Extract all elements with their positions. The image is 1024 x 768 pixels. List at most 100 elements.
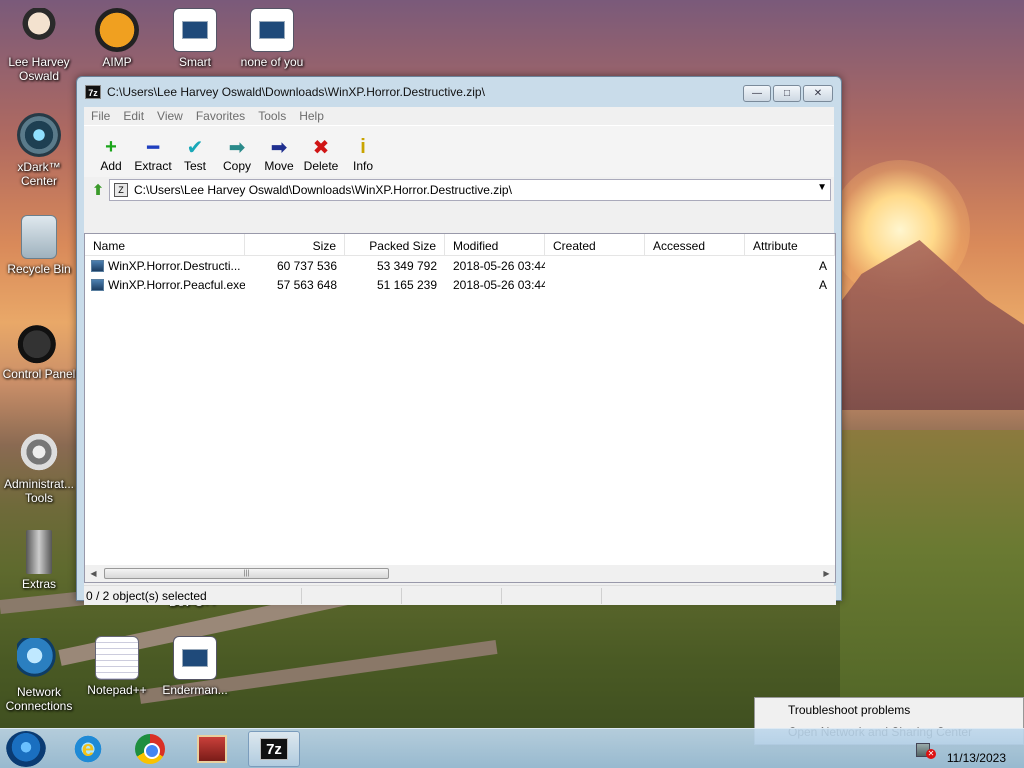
file-packed-size-cell: 53 349 792	[376, 258, 437, 273]
window-client-area: File Edit View Favorites Tools Help + Ad…	[84, 107, 836, 605]
file-size-cell: 60 737 536	[276, 258, 337, 273]
column-header-name[interactable]: Name	[85, 234, 245, 255]
table-row[interactable]: WinXP.Horror.Destructi... 60 737 536 53 …	[85, 256, 835, 275]
file-packed-size-cell: 51 165 239	[376, 277, 437, 292]
file-name: WinXP.Horror.Destructi...	[108, 258, 241, 273]
menu-help[interactable]: Help	[299, 109, 331, 123]
column-header-attributes[interactable]: Attribute	[745, 234, 835, 255]
desktop-icon-notepad-plus-plus[interactable]: Notepad++	[79, 636, 155, 697]
file-size-cell: 57 563 648	[276, 277, 337, 292]
toolbar: + Add ━ Extract ✔ Test ➡ Copy ➡ Move ✖ D…	[84, 125, 834, 177]
menu-view[interactable]: View	[157, 109, 190, 123]
chrome-icon	[135, 734, 165, 764]
desktop-icon-label: Administrat... Tools	[3, 477, 75, 505]
network-globe-icon	[17, 638, 61, 682]
desktop-icon-label: Extras	[21, 577, 56, 591]
desktop-icon-enderman[interactable]: Enderman...	[157, 636, 233, 697]
desktop-icon-lee-harvey-oswald[interactable]: Lee Harvey Oswald	[1, 8, 77, 83]
horizontal-scrollbar[interactable]: ◀ ||| ▶	[85, 565, 835, 582]
start-button[interactable]	[6, 731, 46, 767]
zip-archive-icon: Z	[114, 183, 128, 197]
info-button-label: Info	[352, 159, 373, 173]
copy-button[interactable]: ➡ Copy	[216, 135, 258, 174]
column-header-modified[interactable]: Modified	[445, 234, 545, 255]
menu-edit[interactable]: Edit	[123, 109, 151, 123]
scrollbar-track[interactable]: |||	[102, 566, 818, 581]
minimize-button[interactable]: —	[743, 85, 771, 102]
desktop-icon-recycle-bin[interactable]: Recycle Bin	[1, 215, 77, 276]
executable-file-icon	[91, 259, 104, 272]
status-cell	[502, 587, 602, 604]
window-titlebar[interactable]: 7z C:\Users\Lee Harvey Oswald\Downloads\…	[77, 77, 841, 107]
column-header-packed-size[interactable]: Packed Size	[345, 234, 445, 255]
scrollbar-thumb[interactable]: |||	[104, 568, 389, 579]
file-name-cell: WinXP.Horror.Peacful.exe	[85, 278, 245, 292]
sevenzip-window[interactable]: 7z C:\Users\Lee Harvey Oswald\Downloads\…	[76, 76, 842, 605]
clock-date[interactable]: 11/13/2023	[947, 751, 1006, 765]
desktop-icon-smart[interactable]: Smart	[157, 8, 233, 69]
file-attributes-cell: A	[818, 277, 827, 292]
taskbar-internet-explorer[interactable]: e	[62, 731, 114, 767]
move-button[interactable]: ➡ Move	[258, 135, 300, 174]
desktop-icon-label: Smart	[178, 55, 211, 69]
desktop-icon-label: Notepad++	[87, 683, 147, 697]
chevron-down-icon[interactable]: ▼	[817, 182, 827, 193]
plus-icon: +	[105, 135, 117, 158]
desktop-icon-network-connections[interactable]: Network Connections	[1, 638, 77, 713]
desktop-icon-label: xDark™ Center	[17, 160, 61, 188]
test-button[interactable]: ✔ Test	[174, 135, 216, 174]
notepad-icon	[95, 636, 139, 680]
file-name: WinXP.Horror.Peacful.exe	[108, 277, 245, 292]
file-list[interactable]: Name Size Packed Size Modified Created A…	[84, 233, 836, 583]
scroll-right-icon[interactable]: ▶	[818, 569, 835, 578]
wallpaper-field	[840, 430, 1024, 730]
column-header-accessed[interactable]: Accessed	[645, 234, 745, 255]
column-header-size[interactable]: Size	[245, 234, 345, 255]
desktop-icon-label: Recycle Bin	[7, 262, 71, 276]
desktop-icon-aimp[interactable]: AIMP	[79, 8, 155, 69]
sevenzip-app-icon[interactable]: 7z	[85, 85, 101, 99]
network-error-icon: ✕	[926, 749, 936, 759]
menu-item-troubleshoot-problems[interactable]: Troubleshoot problems	[755, 699, 1023, 721]
column-header-created[interactable]: Created	[545, 234, 645, 255]
desktop-icon-administrative-tools[interactable]: Administrat... Tools	[1, 430, 77, 505]
disc-icon	[17, 113, 61, 157]
folder-up-icon: ⬆	[91, 182, 105, 199]
desktop-icon-extras[interactable]: Extras	[1, 530, 77, 591]
menu-favorites[interactable]: Favorites	[196, 109, 252, 123]
taskbar-chrome[interactable]	[124, 731, 176, 767]
delete-button[interactable]: ✖ Delete	[300, 135, 342, 174]
extract-button[interactable]: ━ Extract	[132, 135, 174, 174]
info-button[interactable]: i Info	[342, 135, 384, 174]
window-controls: — □ ✕	[743, 85, 833, 102]
desktop-icon-control-panel[interactable]: Control Panel	[1, 320, 77, 381]
delete-x-icon: ✖	[312, 136, 330, 159]
minus-icon: ━	[146, 136, 160, 159]
folder-up-button[interactable]: ⬆	[87, 180, 109, 200]
desktop-icon-xdark-center[interactable]: xDark™ Center	[1, 113, 77, 188]
executable-file-icon	[91, 278, 104, 291]
scroll-left-icon[interactable]: ◀	[85, 569, 102, 578]
aimp-icon	[95, 8, 139, 52]
menu-file[interactable]: File	[91, 109, 117, 123]
test-button-label: Test	[183, 159, 206, 173]
table-row[interactable]: WinXP.Horror.Peacful.exe 57 563 648 51 1…	[85, 275, 835, 294]
info-icon: i	[360, 135, 366, 158]
desktop-icon-none-of-you[interactable]: none of you	[234, 8, 310, 69]
file-name-cell: WinXP.Horror.Destructi...	[85, 259, 245, 273]
file-list-header: Name Size Packed Size Modified Created A…	[85, 234, 835, 256]
maximize-button[interactable]: □	[773, 85, 801, 102]
close-button[interactable]: ✕	[803, 85, 833, 102]
taskbar-app[interactable]	[186, 731, 238, 767]
file-attributes-cell: A	[818, 258, 827, 273]
recycle-bin-icon	[21, 215, 57, 259]
desktop-icon-label: Network Connections	[5, 685, 73, 713]
window-title: C:\Users\Lee Harvey Oswald\Downloads\Win…	[107, 85, 485, 99]
taskbar: e 7z ✕ 11/13/2023	[0, 728, 1024, 768]
address-input[interactable]: Z C:\Users\Lee Harvey Oswald\Downloads\W…	[109, 179, 831, 201]
system-tray: ✕ 11/13/2023	[884, 729, 1024, 768]
taskbar-sevenzip[interactable]: 7z	[248, 731, 300, 767]
add-button[interactable]: + Add	[90, 135, 132, 174]
menu-tools[interactable]: Tools	[258, 109, 293, 123]
add-button-label: Add	[100, 159, 122, 173]
